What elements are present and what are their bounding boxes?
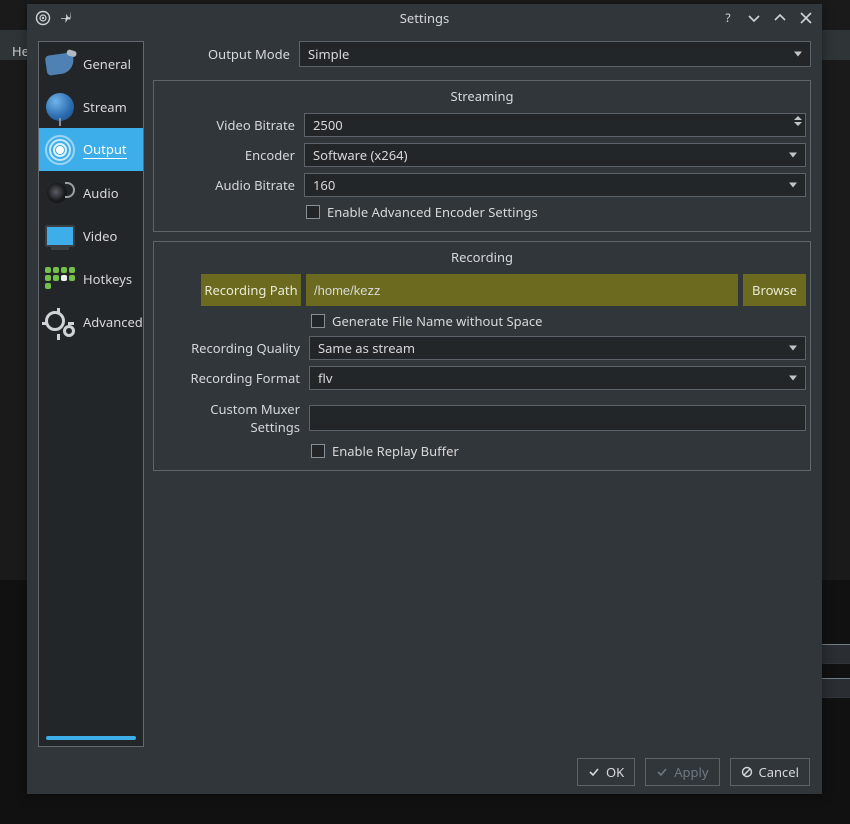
output-mode-row: Output Mode Simple (153, 41, 811, 67)
advanced-icon (43, 305, 77, 339)
video-bitrate-value: 2500 (313, 116, 343, 134)
sidebar-item-general[interactable]: General (39, 42, 143, 85)
recording-format-value: flv (318, 369, 332, 387)
output-mode-label: Output Mode (153, 45, 293, 63)
chevron-down-icon (794, 52, 802, 57)
output-mode-value: Simple (308, 45, 349, 63)
background-panel-lines (820, 630, 850, 700)
custom-muxer-input[interactable] (309, 405, 806, 431)
audio-bitrate-value: 160 (313, 176, 335, 194)
checkbox-icon (311, 444, 325, 458)
window-title: Settings (27, 9, 822, 27)
browse-button[interactable]: Browse (743, 274, 806, 306)
video-icon (43, 219, 77, 253)
stream-icon (43, 90, 77, 124)
chevron-down-icon (789, 346, 797, 351)
apply-button[interactable]: Apply (645, 758, 719, 786)
checkbox-icon (306, 205, 320, 219)
sidebar-item-stream[interactable]: Stream (39, 85, 143, 128)
recording-quality-value: Same as stream (318, 339, 415, 357)
recording-path-input[interactable] (306, 274, 738, 306)
recording-format-label: Recording Format (158, 369, 303, 387)
sidebar-item-label: Video (83, 227, 117, 245)
maximize-icon[interactable] (772, 10, 788, 26)
sidebar-scrollbar[interactable] (46, 736, 136, 740)
custom-muxer-row: Custom Muxer Settings (158, 400, 806, 436)
sidebar-item-video[interactable]: Video (39, 214, 143, 257)
enable-advanced-encoder-label: Enable Advanced Encoder Settings (327, 203, 538, 221)
chevron-down-icon (789, 183, 797, 188)
encoder-row: Encoder Software (x264) (158, 143, 806, 167)
video-bitrate-row: Video Bitrate 2500 (158, 113, 806, 137)
audio-icon (43, 176, 77, 210)
settings-sidebar: General Stream Output Audio Video (38, 41, 144, 747)
hotkeys-icon (43, 262, 77, 296)
enable-replay-buffer-checkbox[interactable]: Enable Replay Buffer (158, 442, 806, 460)
recording-quality-row: Recording Quality Same as stream (158, 336, 806, 360)
cancel-button[interactable]: Cancel (730, 758, 810, 786)
check-icon (656, 766, 668, 778)
app-icon (35, 10, 51, 26)
ok-label: OK (606, 763, 624, 781)
sidebar-item-hotkeys[interactable]: Hotkeys (39, 257, 143, 300)
settings-dialog: Settings ? General Stream (27, 4, 822, 794)
recording-format-select[interactable]: flv (309, 366, 806, 390)
pin-icon[interactable] (61, 10, 77, 26)
generate-no-space-checkbox[interactable]: Generate File Name without Space (158, 312, 806, 330)
ok-button[interactable]: OK (577, 758, 635, 786)
help-icon[interactable]: ? (720, 10, 736, 26)
chevron-down-icon (789, 153, 797, 158)
video-bitrate-input[interactable]: 2500 (304, 113, 806, 137)
encoder-value: Software (x264) (313, 146, 407, 164)
video-bitrate-label: Video Bitrate (158, 116, 298, 134)
audio-bitrate-row: Audio Bitrate 160 (158, 173, 806, 197)
recording-group: Recording Recording Path Browse Generate… (153, 241, 811, 471)
dialog-footer: OK Apply Cancel (27, 750, 822, 794)
encoder-select[interactable]: Software (x264) (304, 143, 806, 167)
sidebar-item-label: General (83, 55, 131, 73)
sidebar-item-audio[interactable]: Audio (39, 171, 143, 214)
recording-format-row: Recording Format flv (158, 366, 806, 390)
enable-replay-buffer-label: Enable Replay Buffer (332, 442, 459, 460)
recording-path-row: Recording Path Browse (201, 274, 806, 306)
sidebar-item-advanced[interactable]: Advanced (39, 300, 143, 343)
recording-path-field[interactable] (314, 283, 730, 298)
chevron-down-icon (789, 376, 797, 381)
sidebar-item-label: Output (83, 140, 127, 159)
sidebar-item-label: Hotkeys (83, 270, 132, 288)
output-icon (43, 133, 77, 167)
streaming-title: Streaming (158, 87, 806, 105)
settings-content: Output Mode Simple Streaming Video Bitra… (153, 41, 811, 750)
close-icon[interactable] (798, 10, 814, 26)
minimize-icon[interactable] (746, 10, 762, 26)
recording-quality-select[interactable]: Same as stream (309, 336, 806, 360)
audio-bitrate-select[interactable]: 160 (304, 173, 806, 197)
cancel-icon (741, 766, 753, 778)
sidebar-item-label: Advanced (83, 313, 143, 331)
check-icon (588, 766, 600, 778)
cancel-label: Cancel (759, 763, 799, 781)
svg-text:?: ? (725, 10, 730, 26)
output-mode-select[interactable]: Simple (299, 41, 811, 67)
streaming-group: Streaming Video Bitrate 2500 Encoder Sof… (153, 80, 811, 232)
recording-title: Recording (158, 248, 806, 266)
titlebar[interactable]: Settings ? (27, 4, 822, 32)
checkbox-icon (311, 314, 325, 328)
general-icon (43, 47, 77, 81)
custom-muxer-field[interactable] (318, 411, 797, 426)
spinbox-stepper[interactable] (794, 116, 802, 126)
apply-label: Apply (674, 763, 708, 781)
encoder-label: Encoder (158, 146, 298, 164)
custom-muxer-label: Custom Muxer Settings (158, 400, 303, 436)
enable-advanced-encoder-checkbox[interactable]: Enable Advanced Encoder Settings (158, 203, 806, 221)
recording-quality-label: Recording Quality (158, 339, 303, 357)
sidebar-item-label: Stream (83, 98, 127, 116)
audio-bitrate-label: Audio Bitrate (158, 176, 298, 194)
recording-path-label: Recording Path (201, 274, 301, 306)
sidebar-item-label: Audio (83, 184, 119, 202)
sidebar-item-output[interactable]: Output (39, 128, 143, 171)
generate-no-space-label: Generate File Name without Space (332, 312, 542, 330)
